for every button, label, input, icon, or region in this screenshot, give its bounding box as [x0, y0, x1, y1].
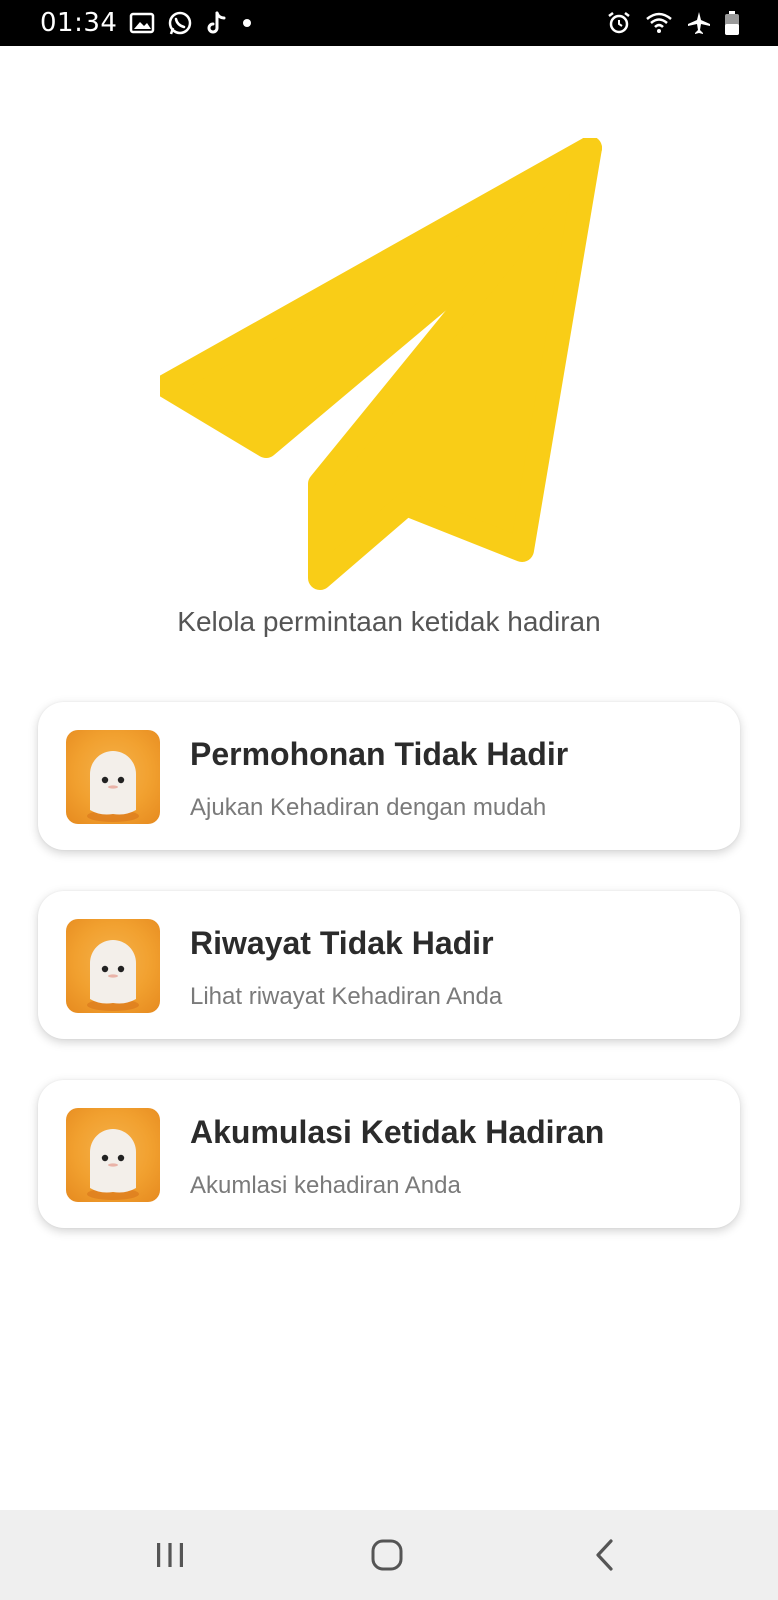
ghost-icon — [66, 1108, 160, 1202]
battery-icon — [724, 10, 740, 36]
navigation-bar — [0, 1510, 778, 1600]
paper-plane-icon — [160, 138, 602, 590]
ghost-icon — [66, 730, 160, 824]
menu-card-riwayat[interactable]: Riwayat Tidak Hadir Lihat riwayat Kehadi… — [38, 891, 740, 1039]
card-title: Akumulasi Ketidak Hadiran — [190, 1114, 605, 1150]
airplane-icon — [686, 10, 712, 36]
back-icon — [596, 1539, 613, 1571]
card-title: Riwayat Tidak Hadir — [190, 925, 494, 961]
hero — [0, 130, 778, 600]
status-time: 01:34 — [40, 8, 118, 38]
hero-subtitle: Kelola permintaan ketidak hadiran — [177, 606, 601, 637]
card-subtitle: Ajukan Kehadiran dengan mudah — [190, 794, 547, 821]
gallery-icon — [129, 11, 155, 35]
card-title: Permohonan Tidak Hadir — [190, 736, 569, 772]
home-button[interactable] — [342, 1510, 432, 1600]
status-bar: 01:34 — [0, 0, 778, 46]
tiktok-icon — [205, 10, 229, 36]
ghost-icon — [66, 919, 160, 1013]
card-subtitle: Lihat riwayat Kehadiran Anda — [190, 983, 503, 1010]
recents-button[interactable] — [125, 1510, 215, 1600]
recents-icon — [157, 1543, 183, 1567]
dot-icon — [241, 17, 253, 29]
home-icon — [371, 1539, 403, 1571]
menu-card-akumulasi[interactable]: Akumulasi Ketidak Hadiran Akumlasi kehad… — [38, 1080, 740, 1228]
whatsapp-icon — [167, 10, 193, 36]
alarm-icon — [606, 10, 632, 36]
wifi-icon — [644, 10, 674, 36]
menu-card-permohonan[interactable]: Permohonan Tidak Hadir Ajukan Kehadiran … — [38, 702, 740, 850]
back-button[interactable] — [560, 1510, 650, 1600]
card-subtitle: Akumlasi kehadiran Anda — [190, 1172, 461, 1199]
